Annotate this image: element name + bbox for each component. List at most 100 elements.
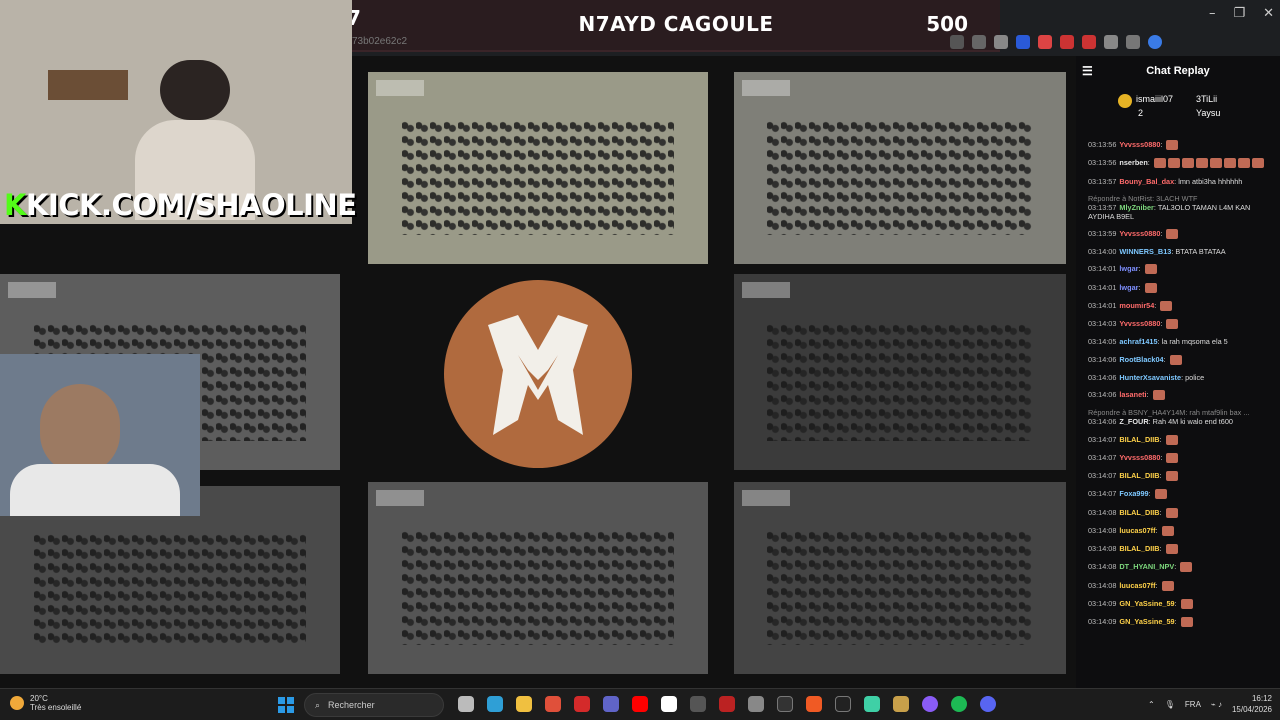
message-user[interactable]: GN_YaSsine_59 bbox=[1119, 617, 1174, 626]
video-tile bbox=[734, 274, 1066, 470]
chrome-icon[interactable] bbox=[545, 696, 561, 712]
message-time: 03:14:08 bbox=[1088, 562, 1117, 572]
taskbar-apps bbox=[458, 696, 996, 712]
windows-start-icon[interactable] bbox=[278, 697, 294, 713]
message-user[interactable]: WINNERS_B13 bbox=[1119, 247, 1171, 256]
message-time: 03:14:09 bbox=[1088, 617, 1117, 627]
chat-message: 03:14:01 lwgar: bbox=[1088, 283, 1274, 293]
message-user[interactable]: lwgar bbox=[1119, 283, 1138, 292]
app-icon[interactable] bbox=[777, 696, 793, 712]
message-user[interactable]: BILAL_DIIB bbox=[1119, 435, 1159, 444]
teams-icon[interactable] bbox=[603, 696, 619, 712]
chat-message: 03:14:07 Yvvsss0880: bbox=[1088, 453, 1274, 463]
extension-icon[interactable] bbox=[1082, 35, 1096, 49]
language-indicator[interactable]: FRA bbox=[1185, 700, 1201, 709]
message-user[interactable]: lasaneti bbox=[1119, 390, 1146, 399]
discord-icon[interactable] bbox=[980, 696, 996, 712]
task-view-icon[interactable] bbox=[458, 696, 474, 712]
extensions-puzzle-icon[interactable] bbox=[1126, 35, 1140, 49]
emote-icon bbox=[1165, 507, 1178, 518]
message-user[interactable]: Foxa999 bbox=[1119, 489, 1148, 498]
message-user[interactable]: Yvvsss0880 bbox=[1119, 453, 1160, 462]
message-user[interactable]: Z_FOUR bbox=[1119, 417, 1148, 426]
message-user[interactable]: achraf1415 bbox=[1119, 337, 1157, 346]
reply-reference: Répondre à BSNY_HA4Y14M: rah mtaf9lin ba… bbox=[1088, 408, 1250, 418]
message-user[interactable]: Bouny_Bal_dax bbox=[1119, 177, 1174, 186]
message-user[interactable]: DT_HYANI_NPV bbox=[1119, 562, 1174, 571]
chat-message: 03:14:06 lasaneti: bbox=[1088, 390, 1274, 401]
message-user[interactable]: BILAL_DIIB bbox=[1119, 544, 1159, 553]
emote-icon bbox=[1166, 319, 1179, 330]
message-user[interactable]: HunterXsavaniste bbox=[1119, 373, 1181, 382]
close-icon[interactable]: ✕ bbox=[1263, 6, 1274, 21]
video-tile bbox=[734, 482, 1066, 674]
emote-icon bbox=[1181, 158, 1194, 169]
chat-message: 03:13:56 Yvvsss0880: bbox=[1088, 140, 1274, 151]
extension-icon[interactable] bbox=[1038, 35, 1052, 49]
bookmark-star-icon[interactable] bbox=[972, 35, 986, 49]
app-icon[interactable] bbox=[893, 696, 909, 712]
message-text: BTATA BTATAA bbox=[1175, 247, 1226, 257]
profile-avatar-icon[interactable] bbox=[1148, 35, 1162, 49]
message-time: 03:13:57 bbox=[1088, 202, 1117, 212]
chat-message: 03:14:07 BILAL_DIIB: bbox=[1088, 471, 1274, 482]
extension-icon[interactable] bbox=[1060, 35, 1074, 49]
message-user[interactable]: moumir54 bbox=[1119, 301, 1154, 310]
leader-user: 3TiLii bbox=[1196, 94, 1218, 104]
message-user[interactable]: GN_YaSsine_59 bbox=[1119, 599, 1174, 608]
app-icon[interactable] bbox=[748, 696, 764, 712]
coin-icon bbox=[1118, 94, 1132, 108]
edge-icon[interactable] bbox=[487, 696, 503, 712]
message-user[interactable]: BILAL_DIIB bbox=[1119, 471, 1159, 480]
taskbar-search[interactable]: ⌕ Rechercher bbox=[304, 693, 444, 717]
emote-icon bbox=[1180, 617, 1193, 628]
message-user[interactable]: luucas07ff bbox=[1119, 581, 1155, 590]
extension-icon[interactable] bbox=[1104, 35, 1118, 49]
message-user[interactable]: Yvvsss0880 bbox=[1119, 319, 1160, 328]
browser-extension-icons bbox=[950, 28, 1162, 56]
extension-icon[interactable] bbox=[1016, 35, 1030, 49]
message-user[interactable]: nserben bbox=[1119, 158, 1147, 167]
message-time: 03:13:59 bbox=[1088, 228, 1117, 238]
message-text: police bbox=[1185, 372, 1205, 382]
app-icon[interactable] bbox=[719, 696, 735, 712]
app-icon[interactable] bbox=[661, 696, 677, 712]
weather-text: Très ensoleillé bbox=[30, 703, 82, 712]
app-icon[interactable] bbox=[922, 696, 938, 712]
weather-widget[interactable]: 20°C Très ensoleillé bbox=[10, 694, 81, 712]
app-icon[interactable] bbox=[690, 696, 706, 712]
chat-message-list[interactable]: 03:13:56 Yvvsss0880: 03:13:56 nserben: 03:… bbox=[1076, 132, 1280, 628]
message-user[interactable]: Yvvsss0880 bbox=[1119, 140, 1160, 149]
message-user[interactable]: lwgar bbox=[1119, 264, 1138, 273]
message-user[interactable]: luucas07ff bbox=[1119, 526, 1155, 535]
acrobat-icon[interactable] bbox=[574, 696, 590, 712]
minimize-icon[interactable]: – bbox=[1209, 6, 1216, 21]
brave-icon[interactable] bbox=[806, 696, 822, 712]
emote-icon bbox=[1180, 562, 1193, 573]
message-user[interactable]: BILAL_DIIB bbox=[1119, 508, 1159, 517]
message-user[interactable]: MlyZniber bbox=[1119, 203, 1153, 212]
leader-count: 2 bbox=[1138, 108, 1144, 118]
leader-user: ismaiiil07 bbox=[1136, 94, 1174, 104]
file-explorer-icon[interactable] bbox=[516, 696, 532, 712]
message-user[interactable]: RootBlack04 bbox=[1119, 355, 1163, 364]
microphone-icon[interactable]: 🎙 bbox=[1165, 700, 1175, 709]
network-volume-icon[interactable]: ⌁ ♪ bbox=[1211, 700, 1222, 709]
collapse-icon[interactable]: ☰ bbox=[1082, 64, 1094, 78]
sun-icon bbox=[10, 696, 24, 710]
emote-icon bbox=[1209, 158, 1222, 169]
extension-icon[interactable] bbox=[994, 35, 1008, 49]
clock-date: 15/04/2026 bbox=[1231, 705, 1272, 714]
chevron-up-icon[interactable]: ⌃ bbox=[1148, 700, 1155, 709]
app-icon[interactable] bbox=[864, 696, 880, 712]
youtube-icon[interactable] bbox=[632, 696, 648, 712]
zoom-icon[interactable] bbox=[950, 35, 964, 49]
emote-icon bbox=[1161, 525, 1174, 536]
spotify-icon[interactable] bbox=[951, 696, 967, 712]
message-time: 03:14:07 bbox=[1088, 489, 1117, 499]
emote-icon bbox=[1180, 598, 1193, 609]
maximize-icon[interactable]: ❐ bbox=[1233, 6, 1245, 21]
app-icon[interactable] bbox=[835, 696, 851, 712]
clock[interactable]: 16:12 15/04/2026 bbox=[1232, 693, 1272, 715]
message-user[interactable]: Yvvsss0880 bbox=[1119, 229, 1160, 238]
